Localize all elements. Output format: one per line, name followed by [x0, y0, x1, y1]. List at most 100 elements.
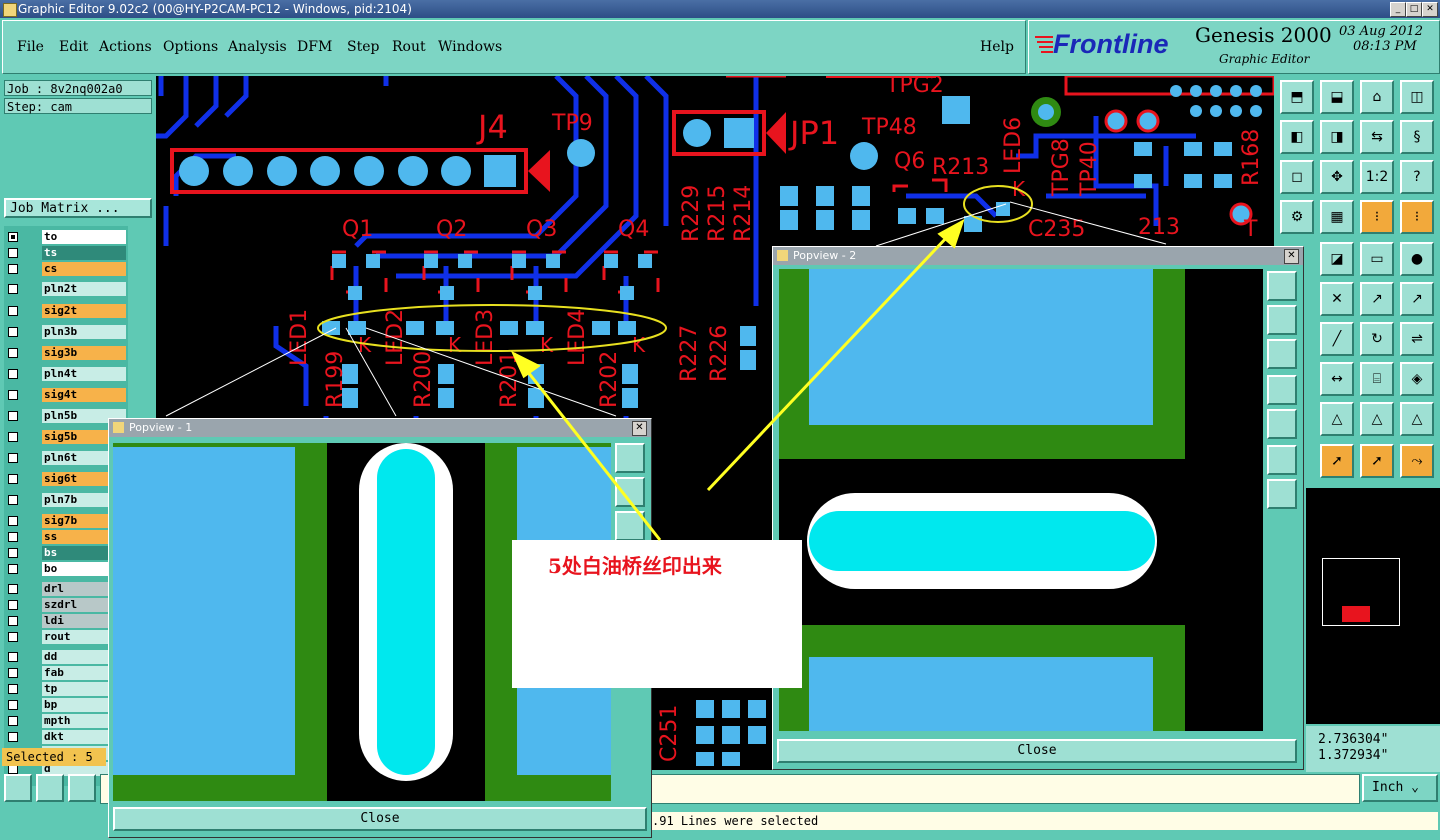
tool-fit-icon[interactable]: ◻	[1280, 160, 1314, 194]
tool-layers-icon[interactable]: ⁝	[1400, 200, 1434, 234]
units-dropdown[interactable]: Inch ⌄	[1362, 774, 1438, 802]
layer-checkbox[interactable]	[8, 700, 18, 710]
tool-ratio-icon[interactable]: 1:2	[1360, 160, 1394, 194]
menu-help[interactable]: Help	[980, 39, 1014, 55]
layer-name[interactable]: cs	[42, 262, 126, 276]
popview-1-tool-2[interactable]	[615, 477, 645, 507]
layer-name[interactable]: sig3b	[42, 346, 126, 360]
minimize-button[interactable]: _	[1390, 2, 1406, 17]
layer-row-pln2t[interactable]: pln2t	[8, 282, 128, 297]
layer-checkbox[interactable]	[8, 248, 18, 258]
job-matrix-button[interactable]: Job Matrix ...	[4, 198, 152, 218]
tool-line2-icon[interactable]: ↗	[1400, 282, 1434, 316]
tool-dim-icon[interactable]: ⌸	[1360, 362, 1394, 396]
layer-row-sig4t[interactable]: sig4t	[8, 388, 128, 403]
layer-checkbox[interactable]	[8, 564, 18, 574]
tool-box-icon[interactable]: ◪	[1320, 242, 1354, 276]
menu-windows[interactable]: Windows	[438, 39, 502, 55]
tool-top-icon[interactable]: ⬒	[1280, 80, 1314, 114]
tool-tri1-icon[interactable]: △	[1320, 402, 1354, 436]
layer-checkbox[interactable]	[8, 516, 18, 526]
layer-checkbox[interactable]	[8, 495, 18, 505]
tool-arc-icon[interactable]: ↻	[1360, 322, 1394, 356]
layer-name[interactable]: ts	[42, 246, 126, 260]
layer-name[interactable]: pln4t	[42, 367, 126, 381]
popview-2-close-button[interactable]: Close	[777, 739, 1297, 763]
layer-checkbox[interactable]	[8, 732, 18, 742]
layer-row-pln3b[interactable]: pln3b	[8, 325, 128, 340]
bottom-grid-icon[interactable]	[68, 774, 96, 802]
layer-checkbox[interactable]	[8, 432, 18, 442]
layer-checkbox[interactable]	[8, 348, 18, 358]
popview-2-close-icon[interactable]: ✕	[1284, 249, 1299, 264]
tool-left-icon[interactable]: ◧	[1280, 120, 1314, 154]
tool-grid-icon[interactable]: ▦	[1320, 200, 1354, 234]
layer-checkbox[interactable]	[8, 548, 18, 558]
layer-checkbox[interactable]	[8, 264, 18, 274]
tool-shape-icon[interactable]: ◈	[1400, 362, 1434, 396]
menu-step[interactable]: Step	[347, 39, 379, 55]
layer-row-cs[interactable]: cs	[8, 262, 128, 277]
tool-s-icon[interactable]: §	[1400, 120, 1434, 154]
layer-checkbox[interactable]	[8, 411, 18, 421]
layer-name[interactable]: pln3b	[42, 325, 126, 339]
layer-checkbox[interactable]	[8, 369, 18, 379]
popview-1-tool-3[interactable]	[615, 511, 645, 541]
tool-traffic-icon[interactable]: ⁝	[1360, 200, 1394, 234]
tool-line-icon[interactable]: ↗	[1360, 282, 1394, 316]
tool-route-icon[interactable]: ⤳	[1400, 444, 1434, 478]
layer-row-to[interactable]: to	[8, 230, 128, 245]
layer-name[interactable]: sig4t	[42, 388, 126, 402]
layer-row-pln4t[interactable]: pln4t	[8, 367, 128, 382]
layer-row-sig3b[interactable]: sig3b	[8, 346, 128, 361]
menu-options[interactable]: Options	[163, 39, 218, 55]
menu-rout[interactable]: Rout	[392, 39, 426, 55]
layer-checkbox[interactable]	[8, 306, 18, 316]
popview-2-tool-2[interactable]	[1267, 305, 1297, 335]
tool-tri3-icon[interactable]: △	[1400, 402, 1434, 436]
menu-analysis[interactable]: Analysis	[228, 39, 287, 55]
minimap[interactable]	[1306, 488, 1440, 724]
bottom-measure-icon[interactable]	[36, 774, 64, 802]
layer-checkbox[interactable]	[8, 716, 18, 726]
tool-cross-icon[interactable]: ✕	[1320, 282, 1354, 316]
tool-right-icon[interactable]: ◨	[1320, 120, 1354, 154]
tool-measure-icon[interactable]: ↔	[1320, 362, 1354, 396]
popview-2-tool-6[interactable]	[1267, 445, 1297, 475]
bottom-zoom-icon[interactable]	[4, 774, 32, 802]
tool-pointer-icon[interactable]: ➚	[1360, 444, 1394, 478]
tool-select-icon[interactable]: ➚	[1320, 444, 1354, 478]
popview-1-close-button[interactable]: Close	[113, 807, 647, 831]
popview-2-tool-3[interactable]	[1267, 339, 1297, 369]
popview-2-tool-5[interactable]	[1267, 409, 1297, 439]
layer-checkbox[interactable]	[8, 652, 18, 662]
layer-row-sig2t[interactable]: sig2t	[8, 304, 128, 319]
menu-dfm[interactable]: DFM	[297, 39, 332, 55]
tool-settings-icon[interactable]: ⚙	[1280, 200, 1314, 234]
tool-tri2-icon[interactable]: △	[1360, 402, 1394, 436]
tool-stop-icon[interactable]: ●	[1400, 242, 1434, 276]
layer-checkbox[interactable]	[8, 684, 18, 694]
tool-split-icon[interactable]: ◫	[1400, 80, 1434, 114]
popview-2-tool-1[interactable]	[1267, 271, 1297, 301]
layer-checkbox[interactable]	[8, 632, 18, 642]
minimap-viewport[interactable]	[1342, 606, 1370, 622]
tool-bottom-icon[interactable]: ⬓	[1320, 80, 1354, 114]
tool-help-icon[interactable]: ?	[1400, 160, 1434, 194]
layer-checkbox[interactable]	[8, 600, 18, 610]
tool-draw-icon[interactable]: ╱	[1320, 322, 1354, 356]
layer-checkbox[interactable]	[8, 668, 18, 678]
layer-checkbox[interactable]	[8, 532, 18, 542]
close-window-button[interactable]: ✕	[1422, 2, 1438, 17]
layer-name[interactable]: sig2t	[42, 304, 126, 318]
layer-checkbox[interactable]	[8, 474, 18, 484]
menu-edit[interactable]: Edit	[59, 39, 88, 55]
layer-row-ts[interactable]: ts	[8, 246, 128, 261]
layer-checkbox[interactable]	[8, 284, 18, 294]
tool-ruler-icon[interactable]: ▭	[1360, 242, 1394, 276]
popview-2-tool-4[interactable]	[1267, 375, 1297, 405]
popview-1-close-icon[interactable]: ✕	[632, 421, 647, 436]
menu-file[interactable]: File	[17, 39, 44, 55]
maximize-button[interactable]: □	[1406, 2, 1422, 17]
popview-1-tool-1[interactable]	[615, 443, 645, 473]
